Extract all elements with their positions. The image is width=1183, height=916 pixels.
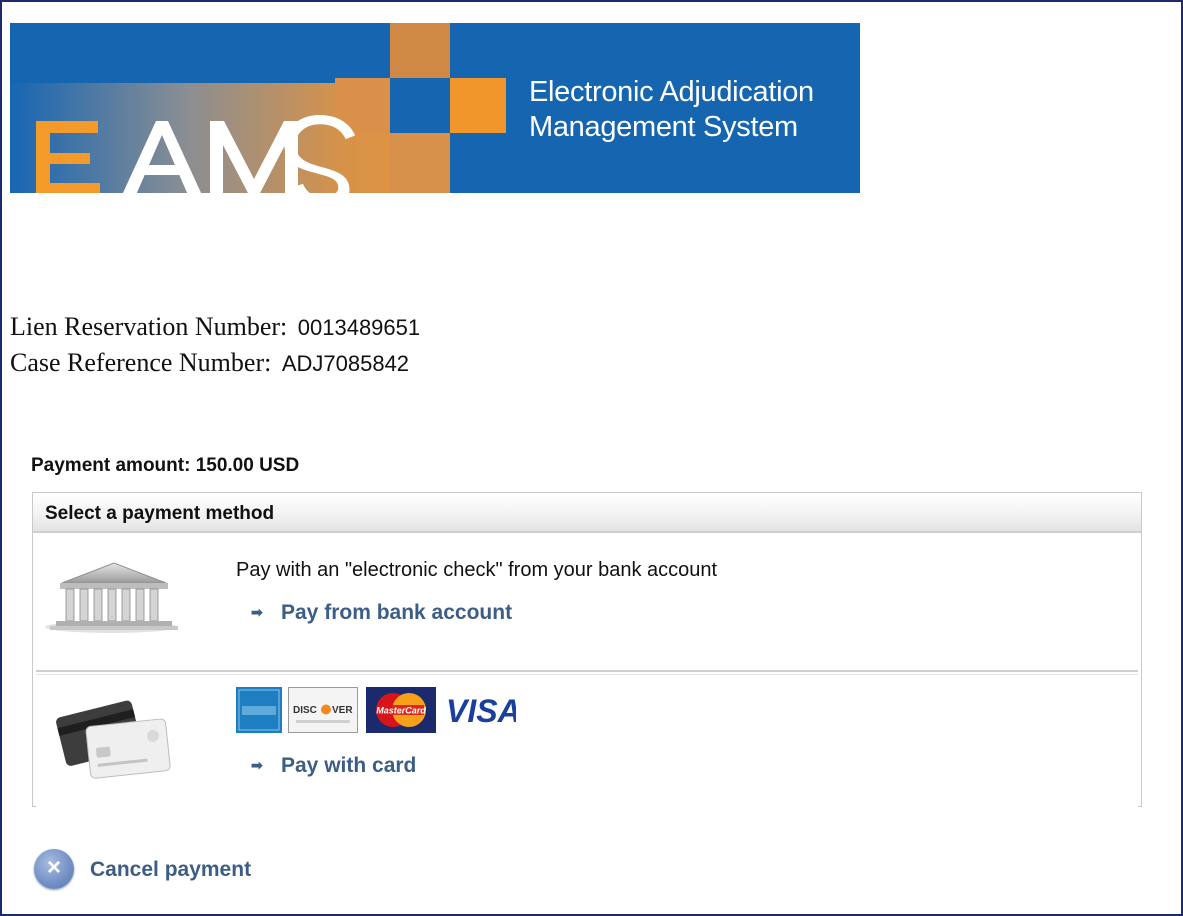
panel-title: Select a payment method	[33, 493, 1141, 533]
credit-cards-icon	[54, 693, 174, 788]
cancel-payment-label: Cancel payment	[90, 858, 252, 881]
visa-logo: VISA	[444, 691, 521, 734]
bank-building-icon	[44, 557, 179, 642]
mastercard-logo: MasterCard	[366, 687, 436, 738]
eams-banner: Electronic Adjudication Management Syste…	[10, 23, 860, 193]
amex-logo	[236, 687, 282, 738]
case-reference-value: ADJ7085842	[281, 351, 410, 376]
payment-option-bank: Pay with an "electronic check" from your…	[36, 535, 1138, 672]
lien-reservation-value: 0013489651	[297, 315, 421, 340]
pay-from-bank-account-label: Pay from bank account	[281, 601, 513, 624]
pay-from-bank-account-link[interactable]: ➡ Pay from bank account	[251, 601, 512, 625]
lien-reservation-line: Lien Reservation Number: 0013489651	[10, 312, 420, 342]
discover-logo: DISC VER	[288, 687, 358, 738]
banner-title: Electronic Adjudication Management Syste…	[529, 75, 814, 145]
payment-method-panel: Select a payment method Pay with an "ele…	[32, 492, 1142, 807]
banner-title-line2: Management System	[529, 111, 798, 143]
arrow-right-icon: ➡	[251, 604, 263, 620]
pay-with-card-link[interactable]: ➡ Pay with card	[251, 754, 416, 778]
payment-option-card: DISC VER MasterCard VISA ➡ Pay with card	[36, 674, 1138, 807]
arrow-right-icon: ➡	[251, 757, 263, 773]
svg-text:DISC: DISC	[293, 705, 317, 716]
close-icon: ×	[34, 849, 74, 889]
case-reference-label: Case Reference Number:	[10, 348, 272, 377]
banner-title-line1: Electronic Adjudication	[529, 76, 814, 108]
lien-reservation-label: Lien Reservation Number:	[10, 312, 288, 341]
bank-option-description: Pay with an "electronic check" from your…	[236, 559, 718, 581]
svg-text:VER: VER	[332, 705, 353, 716]
payment-amount: Payment amount: 150.00 USD	[31, 455, 300, 476]
svg-text:MasterCard: MasterCard	[376, 706, 426, 716]
svg-text:VISA: VISA	[446, 693, 516, 729]
case-reference-line: Case Reference Number: ADJ7085842	[10, 348, 409, 378]
pay-with-card-label: Pay with card	[281, 754, 417, 777]
